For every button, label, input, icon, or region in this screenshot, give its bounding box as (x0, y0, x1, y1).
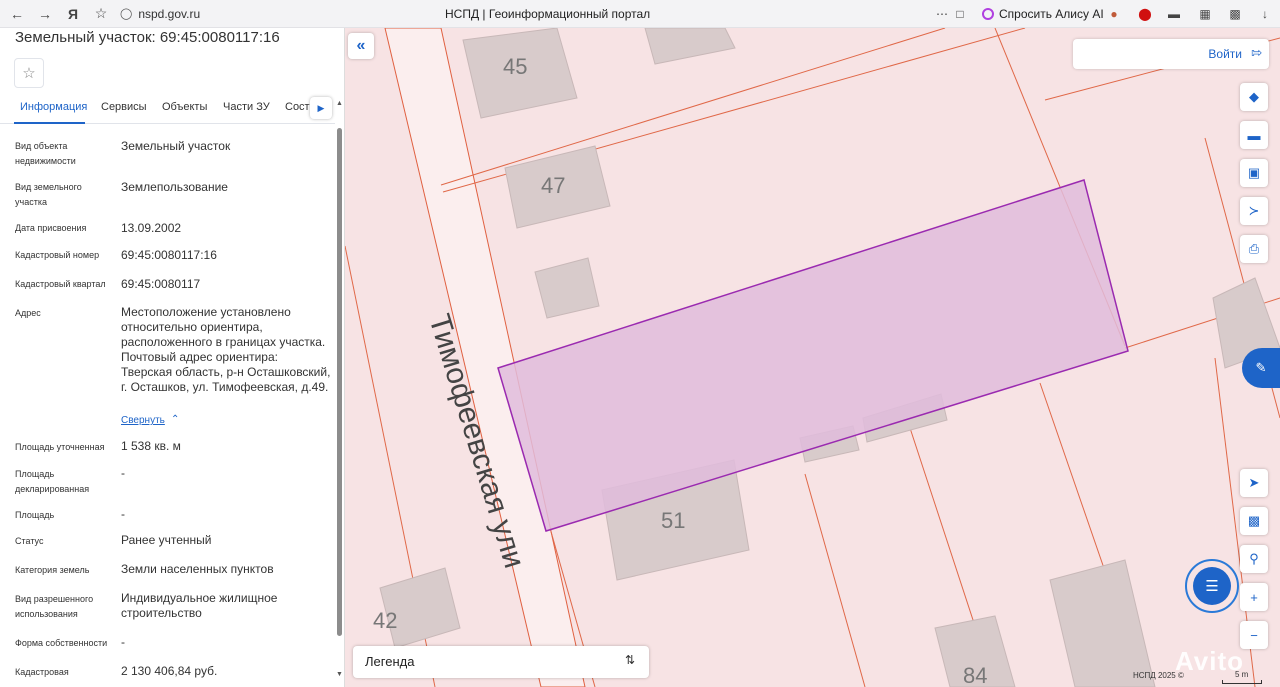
forward-icon[interactable]: → (34, 3, 56, 25)
row-label: Вид разрешенного использования (15, 594, 94, 619)
zoom-in-icon[interactable]: + (1240, 583, 1268, 611)
copyright: НСПД 2025 © (1133, 671, 1184, 680)
bookmark-page-icon[interactable]: □ (951, 5, 969, 23)
row-value: 69:45:0080117 (121, 277, 201, 291)
alice-button[interactable]: Спросить Алису AI (976, 3, 1110, 25)
row-label: Площадь декларированная (15, 469, 90, 494)
tab-services[interactable]: Сервисы (101, 101, 147, 113)
row-value: 69:45:0080117:16 (121, 248, 217, 262)
scale-label: 5 m (1235, 670, 1249, 679)
row-label: Площадь уточненная (15, 442, 105, 452)
chat-button[interactable]: ☰ (1185, 559, 1239, 613)
row-value: 1 538 кв. м (121, 439, 181, 453)
row-value: Землепользование (121, 180, 228, 194)
favorite-star-icon[interactable]: ☆ (14, 58, 44, 88)
back-icon[interactable]: ← (6, 3, 28, 25)
tab-information[interactable]: Информация (20, 101, 87, 113)
shield-icon: ◯ (120, 8, 133, 20)
ruler-icon[interactable]: ▬ (1240, 121, 1268, 149)
row-label: Вид земельного участка (15, 182, 82, 207)
legend-label: Легенда (365, 654, 415, 669)
panel-tabs: Информация Сервисы Объекты Части ЗУ Сост… (0, 94, 335, 124)
download-icon[interactable]: ↓ (1256, 5, 1274, 23)
extension-icon[interactable]: ● (1105, 5, 1123, 23)
row-label: Вид объекта недвижимости (15, 141, 76, 166)
row-value: - (121, 635, 125, 649)
row-label: Адрес (15, 308, 41, 318)
adblock-icon[interactable]: ⬤ (1136, 5, 1154, 23)
info-panel: Земельный участок: 69:45:0080117:16 ☆ Ин… (0, 28, 345, 687)
row-label: Кадастровый квартал (15, 279, 106, 289)
zoom-out-icon[interactable]: − (1240, 621, 1268, 649)
row-value: 13.09.2002 (121, 221, 182, 235)
tab-parts[interactable]: Части ЗУ (223, 101, 270, 113)
login-button[interactable]: Войти ⇰ (1073, 39, 1269, 69)
minimap-icon[interactable]: ▩ (1240, 507, 1268, 535)
row-label: Форма собственности (15, 638, 108, 648)
panel-title: Земельный участок: 69:45:0080117:16 (15, 29, 280, 46)
panel-scrollbar[interactable] (337, 128, 342, 636)
row-label: Площадь (15, 510, 55, 520)
chevron-up-icon[interactable]: ⌃ (171, 414, 179, 425)
legend-dropdown[interactable]: Легенда ⇅ (353, 646, 649, 678)
row-label: Категория земель (15, 565, 90, 575)
address-bar[interactable]: ◯ nspd.gov.ru (120, 3, 200, 25)
row-label: Кадастровый номер (15, 250, 100, 260)
collapse-link[interactable]: Свернуть (121, 415, 165, 426)
collections-icon[interactable]: ▦ (1196, 5, 1214, 23)
row-label: Кадастровая (15, 667, 69, 677)
row-value: Земли населенных пунктов (121, 562, 274, 576)
geo-search-icon[interactable]: ⚲ (1240, 545, 1268, 573)
house-number: 47 (541, 173, 565, 198)
extensions-icon[interactable]: ▩ (1226, 5, 1244, 23)
house-number: 42 (373, 608, 397, 633)
row-value: - (121, 507, 125, 521)
map-layer: 45 47 51 42 84 Тимофеевская ули (345, 28, 1280, 687)
row-label: Дата присвоения (15, 223, 87, 233)
bookmark-icon[interactable]: ☆ (90, 3, 112, 25)
more-icon[interactable]: ⋯ (933, 5, 951, 23)
house-number: 45 (503, 54, 527, 79)
row-value: Ранее учтенный (121, 533, 212, 547)
address-value: Местоположение установлено относительно … (121, 305, 331, 394)
hat-icon[interactable]: ▬ (1165, 5, 1183, 23)
select-area-icon[interactable]: ▣ (1240, 159, 1268, 187)
tabs-scroll-right-icon[interactable]: ▶ (310, 97, 332, 119)
scroll-up-icon[interactable]: ▲ (336, 100, 343, 107)
row-value: Индивидуальное жилищное строительство (121, 591, 278, 620)
share-icon[interactable]: ≻ (1240, 197, 1268, 225)
login-label: Войти (1208, 47, 1242, 61)
house-number: 51 (661, 508, 685, 533)
scale-bar (1222, 680, 1262, 684)
row-value: 2 130 406,84 руб. (121, 664, 218, 678)
tab-objects[interactable]: Объекты (162, 101, 207, 113)
yandex-icon[interactable]: Я (62, 3, 84, 25)
feedback-tab[interactable]: ✎ (1242, 348, 1280, 388)
login-icon: ⇰ (1251, 45, 1262, 60)
house-number: 84 (963, 663, 987, 687)
chevron-updown-icon: ⇅ (624, 653, 635, 667)
watermark-text: Avito (1175, 646, 1245, 676)
collapse-panel-button[interactable]: « (348, 33, 374, 59)
tab-title: НСПД | Геоинформационный портал (445, 7, 651, 21)
row-value: Земельный участок (121, 139, 231, 153)
url-text: nspd.gov.ru (138, 6, 201, 21)
selected-parcel[interactable] (497, 179, 1129, 532)
alice-label: Спросить Алису AI (999, 7, 1104, 21)
map-canvas[interactable]: 45 47 51 42 84 Тимофеевская ули (345, 28, 1280, 687)
print-icon[interactable]: ⎙ (1240, 235, 1268, 263)
chat-icon: ☰ (1193, 567, 1231, 605)
locate-icon[interactable]: ➤ (1240, 469, 1268, 497)
row-label: Статус (15, 536, 44, 546)
row-value: - (121, 466, 125, 480)
alice-icon (982, 8, 994, 20)
scroll-down-icon[interactable]: ▼ (336, 671, 343, 678)
active-tab-indicator (14, 122, 85, 124)
layers-icon[interactable]: ◆ (1240, 83, 1268, 111)
